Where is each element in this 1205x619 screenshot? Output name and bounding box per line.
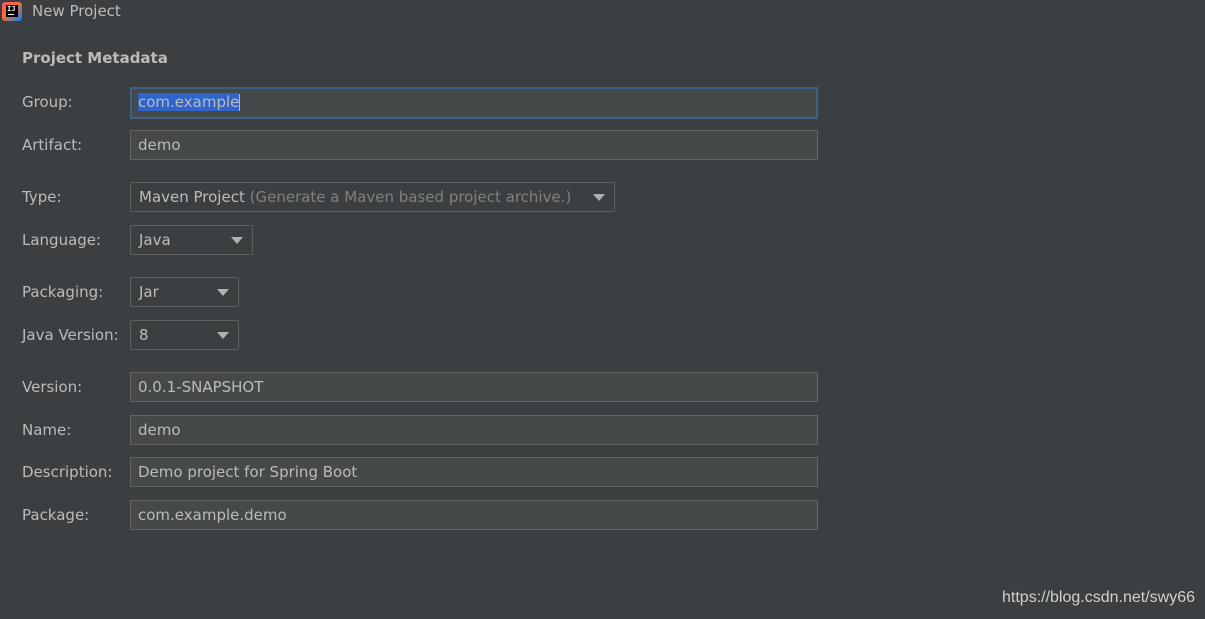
new-project-dialog: IJ New Project Project Metadata Group: c… — [0, 0, 1205, 619]
language-dropdown[interactable]: Java — [130, 225, 253, 255]
description-label: Description: — [22, 463, 113, 481]
packaging-label: Packaging: — [22, 283, 104, 301]
intellij-idea-icon: IJ — [2, 2, 22, 21]
description-input[interactable]: Demo project for Spring Boot — [130, 457, 818, 487]
artifact-input[interactable]: demo — [130, 130, 818, 160]
name-label: Name: — [22, 421, 72, 439]
java-version-dropdown[interactable]: 8 — [130, 320, 239, 350]
package-input[interactable]: com.example.demo — [130, 500, 818, 530]
version-input[interactable]: 0.0.1-SNAPSHOT — [130, 372, 818, 402]
packaging-dropdown-value: Jar — [139, 283, 159, 301]
name-input[interactable]: demo — [130, 415, 818, 445]
type-dropdown-hint: (Generate a Maven based project archive.… — [249, 188, 572, 206]
title-bar: IJ New Project — [0, 0, 1205, 24]
type-dropdown[interactable]: Maven Project (Generate a Maven based pr… — [130, 182, 615, 212]
java-version-label: Java Version: — [22, 326, 119, 344]
language-label: Language: — [22, 231, 102, 249]
language-dropdown-value: Java — [139, 231, 171, 249]
version-label: Version: — [22, 378, 83, 396]
packaging-dropdown[interactable]: Jar — [130, 277, 239, 307]
java-version-dropdown-value: 8 — [139, 326, 149, 344]
watermark: https://blog.csdn.net/swy66 — [1002, 589, 1195, 606]
section-title: Project Metadata — [22, 49, 168, 67]
chevron-down-icon — [217, 289, 229, 296]
chevron-down-icon — [217, 332, 229, 339]
package-label: Package: — [22, 506, 90, 524]
group-input-value: com.example — [138, 93, 240, 111]
text-caret — [239, 94, 241, 111]
chevron-down-icon — [231, 237, 243, 244]
artifact-label: Artifact: — [22, 136, 83, 154]
group-label: Group: — [22, 93, 73, 111]
type-dropdown-value: Maven Project — [139, 188, 245, 206]
chevron-down-icon — [593, 194, 605, 201]
window-title: New Project — [32, 2, 121, 20]
group-input[interactable]: com.example — [130, 87, 818, 119]
type-label: Type: — [22, 188, 62, 206]
